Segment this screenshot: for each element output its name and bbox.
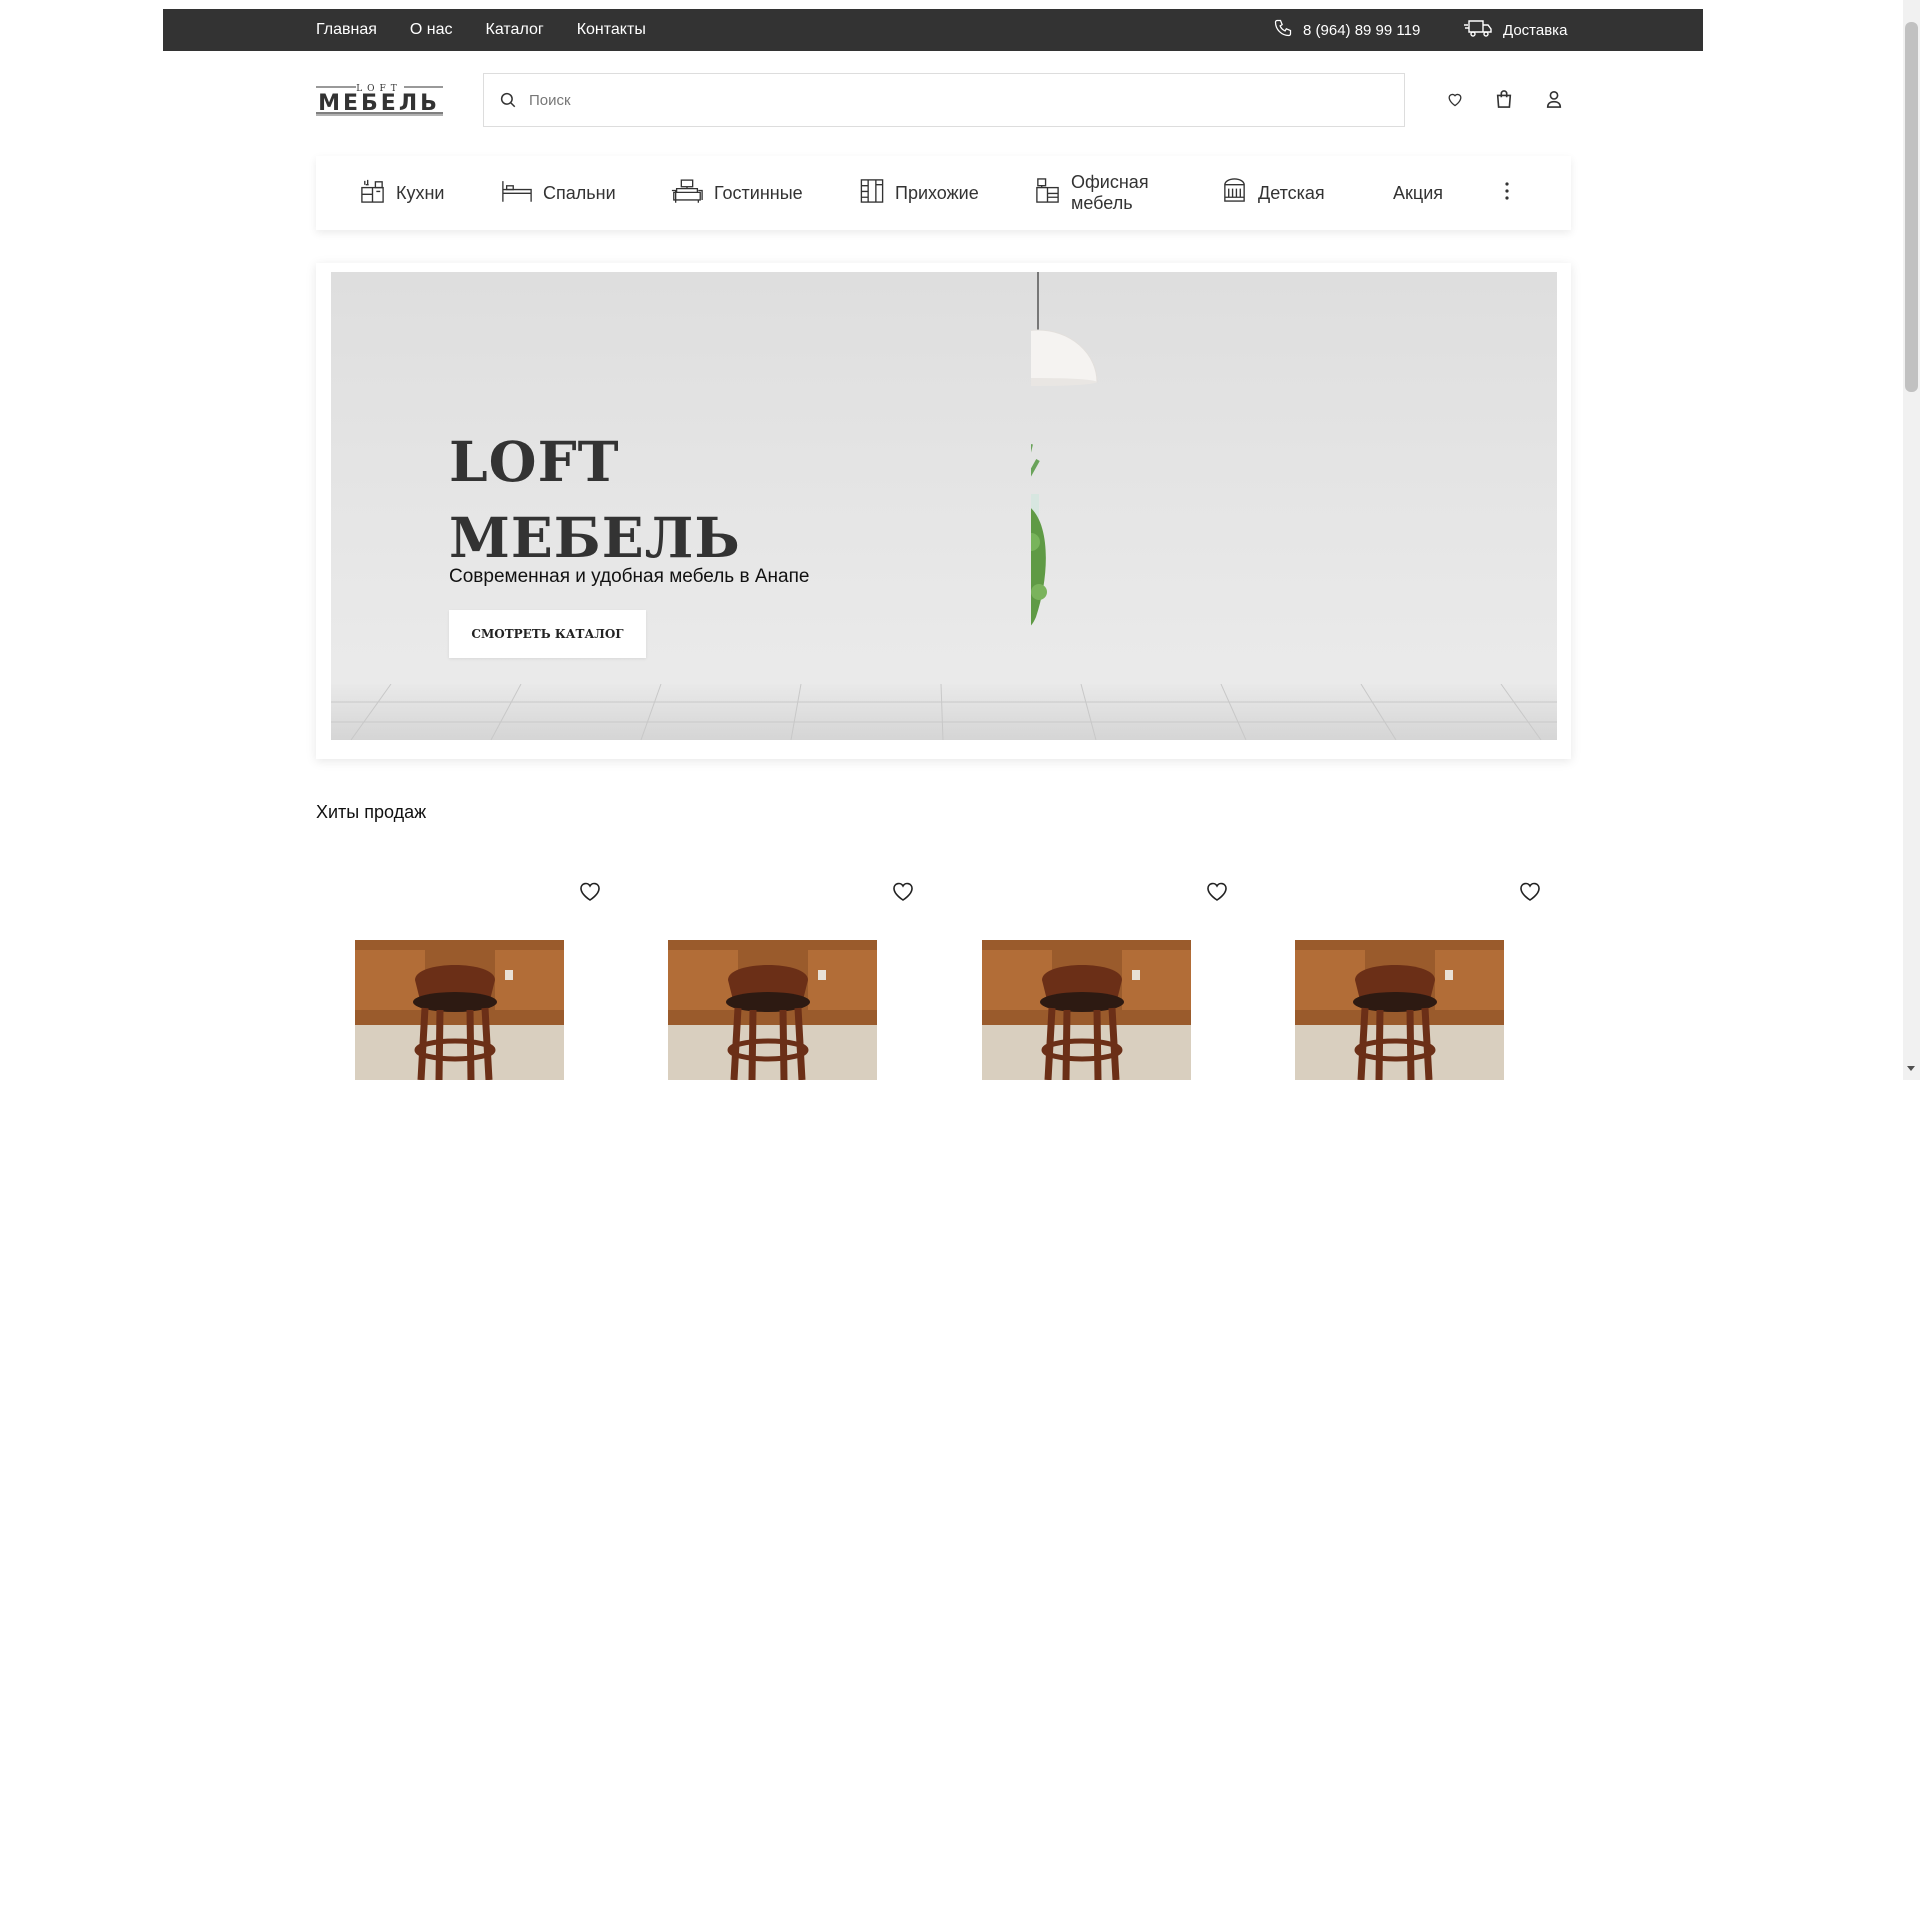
hero-title: LOFT МЕБЕЛЬ [449,429,741,570]
more-menu-button[interactable] [1503,156,1511,230]
search-icon[interactable] [499,91,517,109]
crib-icon [1221,177,1248,209]
top-nav: Главная О нас Каталог Контакты [316,9,646,51]
top-bar: Главная О нас Каталог Контакты 8 (964) 8… [163,9,1703,51]
office-desk-icon [1034,177,1061,209]
sofa-icon [670,177,704,209]
nav-contacts-link[interactable]: Контакты [577,21,646,39]
more-vertical-icon [1503,181,1511,206]
category-label: Кухни [396,182,445,203]
phone-icon [1273,18,1293,42]
category-label: Офисная мебель [1071,172,1149,213]
category-living-rooms[interactable]: Гостинные [670,156,803,230]
bed-icon [501,177,533,209]
scroll-down-arrow-icon[interactable] [1907,1066,1915,1071]
category-hallways[interactable]: Прихожие [859,156,979,230]
account-icon[interactable] [1541,86,1567,112]
category-bedrooms[interactable]: Спальни [501,156,616,230]
category-kids[interactable]: Детская [1221,156,1325,230]
favorites-icon[interactable] [1442,86,1468,112]
product-image[interactable] [355,940,564,1080]
nav-about-link[interactable]: О нас [410,21,453,39]
product-image[interactable] [982,940,1191,1080]
site-logo[interactable]: LOFT МЕБЕЛЬ [316,82,443,116]
hero-banner: LOFT МЕБЕЛЬ Современная и удобная мебель… [331,272,1557,740]
category-bar: Кухни Спальни Гостинные Прихожие Офисная… [316,156,1571,230]
delivery-link[interactable]: Доставка [1463,9,1567,51]
search-bar [483,73,1405,127]
product-image[interactable] [1295,940,1504,1080]
category-label: Гостинные [714,182,803,203]
category-label: Детская [1258,182,1325,203]
product-favorite-icon[interactable] [578,880,604,904]
scrollbar-thumb[interactable] [1905,22,1918,392]
phone-number: 8 (964) 89 99 119 [1303,21,1421,39]
view-catalog-button[interactable]: СМОТРЕТЬ КАТАЛОГ [449,610,646,658]
kitchen-icon [359,177,386,209]
product-image[interactable] [668,940,877,1080]
phone-link[interactable]: 8 (964) 89 99 119 [1273,9,1420,51]
hero-subtitle: Современная и удобная мебель в Анапе [449,566,810,587]
delivery-label: Доставка [1503,21,1568,39]
search-input[interactable] [527,90,1404,110]
category-label: Акция [1393,182,1443,203]
nav-home-link[interactable]: Главная [316,21,377,39]
wardrobe-icon [859,177,885,209]
section-title-hits: Хиты продаж [316,802,427,822]
category-label: Прихожие [895,182,979,203]
hero-illustration [1031,272,1098,626]
product-favorite-icon[interactable] [1518,880,1544,904]
product-favorite-icon[interactable] [1205,880,1231,904]
product-favorite-icon[interactable] [891,880,917,904]
svg-text:МЕБЕЛЬ: МЕБЕЛЬ [318,91,440,116]
category-kitchens[interactable]: Кухни [359,156,444,230]
category-sale[interactable]: Акция [1393,156,1443,230]
category-label: Спальни [543,182,616,203]
category-office[interactable]: Офисная мебель [1034,156,1149,230]
cart-icon[interactable] [1491,86,1517,112]
nav-catalog-link[interactable]: Каталог [486,21,544,39]
truck-icon [1463,18,1493,42]
